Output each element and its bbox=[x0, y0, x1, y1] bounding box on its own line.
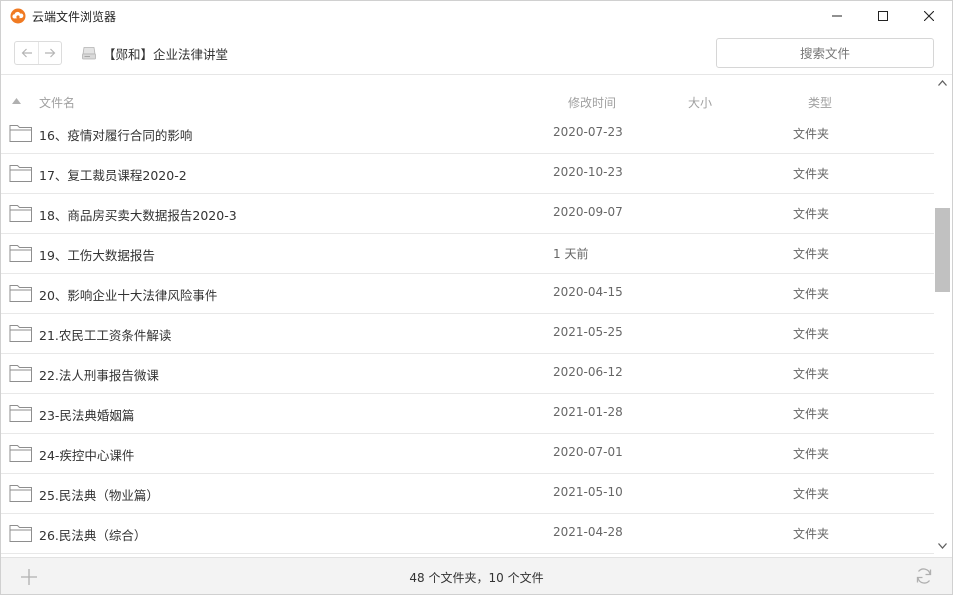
file-type: 文件夹 bbox=[793, 327, 830, 341]
sort-ascending-icon[interactable] bbox=[12, 98, 21, 104]
minimize-button[interactable] bbox=[814, 1, 860, 31]
list-item[interactable]: 21.农民工工资条件解读 2021-05-25 文件夹 bbox=[1, 314, 934, 354]
file-name: 18、商品房买卖大数据报告2020-3 bbox=[39, 208, 237, 223]
file-type: 文件夹 bbox=[793, 487, 830, 501]
window-title: 云端文件浏览器 bbox=[32, 9, 117, 24]
file-type: 文件夹 bbox=[793, 247, 830, 261]
breadcrumb[interactable]: 【郧和】企业法律讲堂 bbox=[81, 43, 228, 63]
file-mtime: 2020-07-23 bbox=[553, 125, 623, 139]
close-icon bbox=[924, 11, 934, 21]
window-controls bbox=[814, 1, 952, 31]
file-list: 16、疫情对履行合同的影响 2020-07-23 文件夹 17、复工裁员课程20… bbox=[1, 114, 934, 556]
file-mtime: 2020-07-01 bbox=[553, 445, 623, 459]
arrow-left-icon bbox=[21, 48, 32, 58]
breadcrumb-current-folder[interactable]: 【郧和】企业法律讲堂 bbox=[103, 44, 228, 63]
folder-icon bbox=[9, 445, 32, 462]
list-item[interactable]: 26.民法典（综合） 2021-04-28 文件夹 bbox=[1, 514, 934, 554]
file-mtime: 2020-10-23 bbox=[553, 165, 623, 179]
list-item[interactable]: 25.民法典（物业篇） 2021-05-10 文件夹 bbox=[1, 474, 934, 514]
file-type: 文件夹 bbox=[793, 447, 830, 461]
file-type: 文件夹 bbox=[793, 527, 830, 541]
file-name: 16、疫情对履行合同的影响 bbox=[39, 128, 193, 143]
toolbar: 【郧和】企业法律讲堂 bbox=[1, 31, 952, 75]
navigation-buttons bbox=[14, 41, 62, 65]
file-name: 20、影响企业十大法律风险事件 bbox=[39, 288, 218, 303]
column-header-mtime[interactable]: 修改时间 bbox=[568, 94, 616, 111]
file-type: 文件夹 bbox=[793, 287, 830, 301]
file-name: 23-民法典婚姻篇 bbox=[39, 408, 135, 423]
scroll-up-icon[interactable] bbox=[938, 80, 947, 86]
status-bar: 48 个文件夹，10 个文件 bbox=[1, 557, 952, 594]
list-item[interactable]: 23-民法典婚姻篇 2021-01-28 文件夹 bbox=[1, 394, 934, 434]
arrow-right-icon bbox=[45, 48, 56, 58]
list-header: 文件名 修改时间 大小 类型 bbox=[1, 89, 934, 115]
folder-icon bbox=[9, 405, 32, 422]
file-mtime: 2020-06-12 bbox=[553, 365, 623, 379]
maximize-icon bbox=[878, 11, 888, 21]
folder-icon bbox=[9, 285, 32, 302]
file-type: 文件夹 bbox=[793, 367, 830, 381]
file-name: 22.法人刑事报告微课 bbox=[39, 368, 159, 383]
file-mtime: 2021-04-28 bbox=[553, 525, 623, 539]
list-item[interactable]: 22.法人刑事报告微课 2020-06-12 文件夹 bbox=[1, 354, 934, 394]
refresh-icon[interactable] bbox=[914, 566, 934, 586]
file-type: 文件夹 bbox=[793, 407, 830, 421]
file-mtime: 2020-04-15 bbox=[553, 285, 623, 299]
file-name: 21.农民工工资条件解读 bbox=[39, 328, 172, 343]
minimize-icon bbox=[832, 15, 842, 17]
column-header-name[interactable]: 文件名 bbox=[39, 94, 75, 111]
file-type: 文件夹 bbox=[793, 207, 830, 221]
file-type: 文件夹 bbox=[793, 127, 830, 141]
scrollbar-thumb[interactable] bbox=[935, 208, 950, 292]
file-mtime: 2020-09-07 bbox=[553, 205, 623, 219]
close-button[interactable] bbox=[906, 1, 952, 31]
list-item[interactable]: 18、商品房买卖大数据报告2020-3 2020-09-07 文件夹 bbox=[1, 194, 934, 234]
file-name: 19、工伤大数据报告 bbox=[39, 248, 155, 263]
maximize-button[interactable] bbox=[860, 1, 906, 31]
status-summary: 48 个文件夹，10 个文件 bbox=[409, 571, 544, 585]
forward-button[interactable] bbox=[38, 42, 61, 64]
file-type: 文件夹 bbox=[793, 167, 830, 181]
folder-icon bbox=[9, 165, 32, 182]
file-name: 24-疾控中心课件 bbox=[39, 448, 135, 463]
list-item[interactable]: 17、复工裁员课程2020-2 2020-10-23 文件夹 bbox=[1, 154, 934, 194]
file-name: 26.民法典（综合） bbox=[39, 528, 147, 543]
file-mtime: 2021-01-28 bbox=[553, 405, 623, 419]
folder-icon bbox=[9, 125, 32, 142]
drive-icon bbox=[82, 47, 96, 60]
file-name: 17、复工裁员课程2020-2 bbox=[39, 168, 187, 183]
folder-icon bbox=[9, 325, 32, 342]
folder-icon bbox=[9, 525, 32, 542]
list-item[interactable]: 16、疫情对履行合同的影响 2020-07-23 文件夹 bbox=[1, 114, 934, 154]
folder-icon bbox=[9, 205, 32, 222]
cloud-logo-icon bbox=[10, 8, 26, 24]
list-item[interactable]: 19、工伤大数据报告 1 天前 文件夹 bbox=[1, 234, 934, 274]
folder-icon bbox=[9, 485, 32, 502]
back-button[interactable] bbox=[15, 42, 38, 64]
list-item[interactable]: 20、影响企业十大法律风险事件 2020-04-15 文件夹 bbox=[1, 274, 934, 314]
column-header-size[interactable]: 大小 bbox=[688, 94, 712, 111]
folder-icon bbox=[9, 245, 32, 262]
file-mtime: 2021-05-10 bbox=[553, 485, 623, 499]
list-item[interactable]: 24-疾控中心课件 2020-07-01 文件夹 bbox=[1, 434, 934, 474]
file-mtime: 2021-05-25 bbox=[553, 325, 623, 339]
file-name: 25.民法典（物业篇） bbox=[39, 488, 159, 503]
file-browser-window: 云端文件浏览器 【郧和】企业法律讲堂 搜索文件 文件名 修改时间 大小 类型 1… bbox=[0, 0, 953, 595]
vertical-scrollbar[interactable] bbox=[934, 75, 952, 557]
title-bar: 云端文件浏览器 bbox=[1, 1, 952, 31]
column-header-type[interactable]: 类型 bbox=[808, 94, 832, 111]
file-mtime: 1 天前 bbox=[553, 247, 589, 261]
search-input[interactable] bbox=[716, 38, 934, 68]
scroll-down-icon[interactable] bbox=[938, 543, 947, 549]
folder-icon bbox=[9, 365, 32, 382]
